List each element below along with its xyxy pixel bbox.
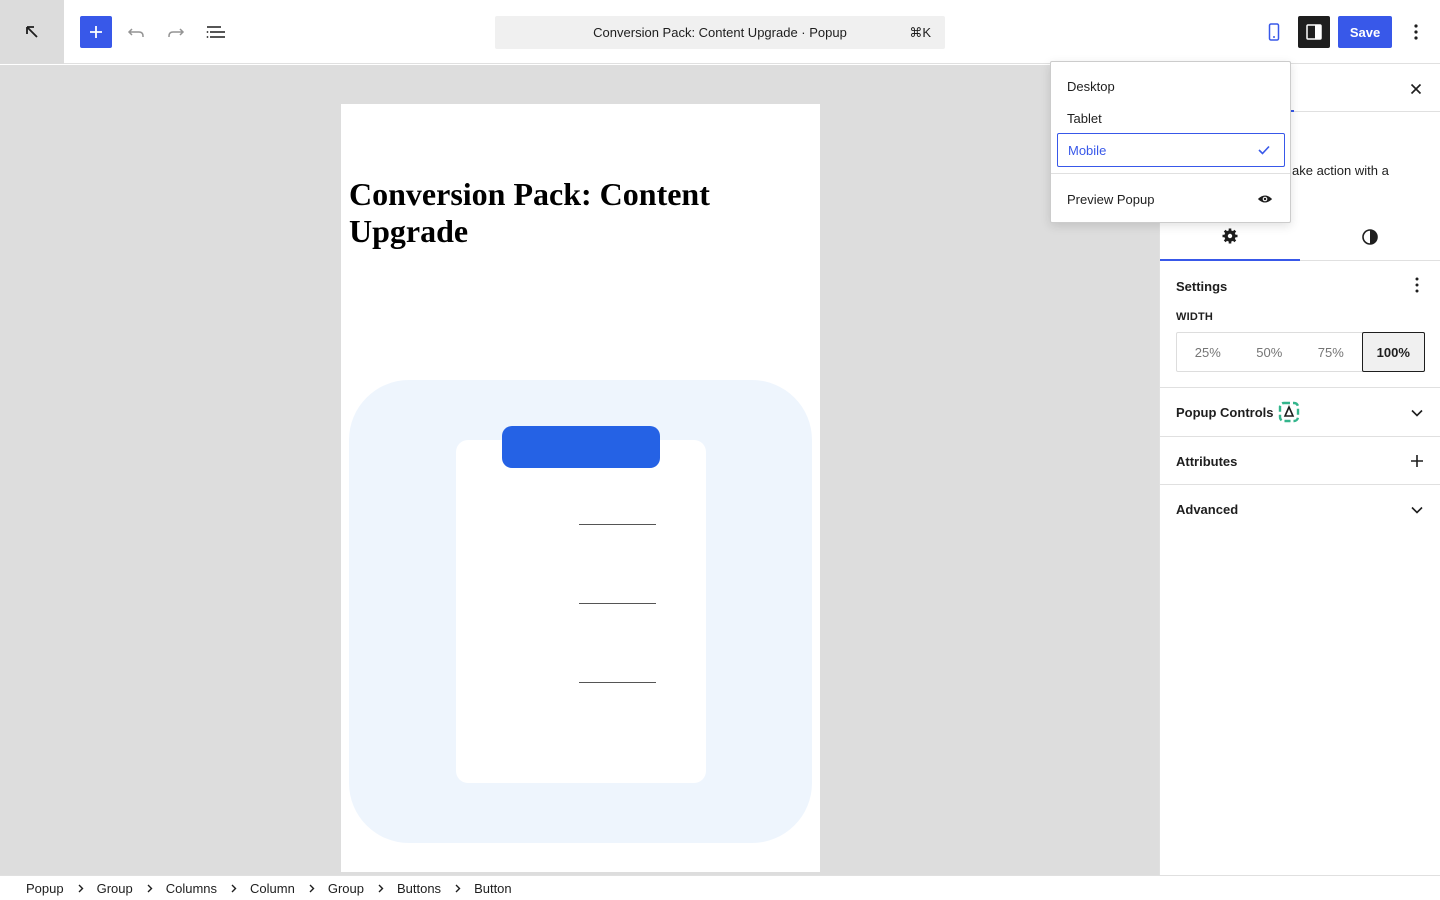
plugin-logo-icon (1278, 401, 1300, 423)
clipboard-line (579, 603, 656, 604)
breadcrumb-item[interactable]: Column (250, 881, 295, 896)
width-toggle-group: 25% 50% 75% 100% (1176, 332, 1425, 372)
block-breadcrumb: Popup Group Columns Column Group Buttons… (0, 875, 1440, 900)
chevron-right-icon (378, 884, 384, 893)
chevron-right-icon (309, 884, 315, 893)
device-preview-menu: Desktop Tablet Mobile Preview Popup (1050, 61, 1291, 223)
popup-controls-panel[interactable]: Popup Controls (1160, 388, 1440, 437)
popup-frame[interactable]: Conversion Pack: Content Upgrade (341, 104, 820, 872)
document-title: Conversion Pack: Content Upgrade · Popup (593, 25, 847, 40)
redo-icon (168, 28, 185, 37)
popup-heading[interactable]: Conversion Pack: Content Upgrade (349, 176, 809, 250)
menu-item-preview-popup[interactable]: Preview Popup (1057, 183, 1285, 215)
eye-icon (1257, 191, 1273, 207)
chevron-down-icon[interactable] (1405, 498, 1429, 522)
editor-header: Conversion Pack: Content Upgrade · Popup… (0, 0, 1440, 64)
document-overview-button[interactable] (200, 16, 232, 48)
more-vertical-icon (1415, 277, 1419, 293)
menu-item-label: Preview Popup (1067, 191, 1155, 207)
width-option-75[interactable]: 75% (1300, 333, 1362, 371)
command-palette-button[interactable]: Conversion Pack: Content Upgrade · Popup… (495, 16, 945, 49)
breadcrumb-item[interactable]: Group (328, 881, 364, 896)
mobile-icon (1268, 23, 1280, 41)
popup-controls-label: Popup Controls (1176, 405, 1274, 420)
breadcrumb-item[interactable]: Buttons (397, 881, 441, 896)
menu-separator (1051, 173, 1290, 174)
arrow-up-left-icon (26, 26, 38, 38)
menu-item-label: Desktop (1067, 78, 1115, 94)
close-icon (1410, 83, 1422, 95)
clipboard-clip-illustration (502, 426, 660, 468)
breadcrumb-item[interactable]: Popup (26, 881, 64, 896)
popup-controls-title: Popup Controls (1176, 405, 1274, 420)
plus-icon (90, 26, 102, 38)
undo-icon (127, 28, 144, 37)
width-option-100[interactable]: 100% (1361, 332, 1425, 372)
menu-item-tablet[interactable]: Tablet (1057, 102, 1285, 134)
attributes-title: Attributes (1176, 454, 1238, 469)
breadcrumb-item[interactable]: Button (474, 881, 512, 896)
clipboard-line (579, 524, 656, 525)
close-sidebar-button[interactable] (1400, 77, 1432, 101)
device-preview-button[interactable] (1258, 16, 1290, 48)
back-button[interactable] (0, 0, 64, 64)
width-option-50[interactable]: 50% (1239, 333, 1301, 371)
gear-icon (1222, 228, 1238, 244)
illustration-image[interactable] (349, 380, 812, 843)
check-icon (1256, 142, 1272, 158)
chevron-right-icon (78, 884, 84, 893)
advanced-title: Advanced (1176, 502, 1239, 517)
menu-item-label: Mobile (1068, 142, 1107, 158)
editor-canvas[interactable]: Conversion Pack: Content Upgrade (0, 65, 1159, 875)
advanced-panel[interactable]: Advanced (1160, 485, 1440, 534)
width-label: WIDTH (1176, 311, 1214, 323)
undo-button[interactable] (120, 16, 152, 48)
chevron-right-icon (455, 884, 461, 893)
settings-panel-toggle[interactable] (1298, 16, 1330, 48)
menu-item-mobile[interactable]: Mobile (1057, 133, 1285, 167)
plus-icon[interactable] (1405, 449, 1429, 473)
breadcrumb-item[interactable]: Columns (166, 881, 217, 896)
settings-options-button[interactable] (1405, 273, 1429, 297)
options-button[interactable] (1400, 16, 1432, 48)
tab-styles[interactable] (1300, 213, 1440, 261)
list-view-icon (206, 26, 225, 38)
clipboard-illustration (456, 440, 706, 783)
more-vertical-icon (1414, 24, 1418, 40)
command-shortcut: ⌘K (909, 25, 931, 40)
chevron-down-icon[interactable] (1405, 401, 1429, 425)
redo-button[interactable] (160, 16, 192, 48)
add-block-button[interactable] (80, 16, 112, 48)
breadcrumb-item[interactable]: Group (97, 881, 133, 896)
chevron-right-icon (147, 884, 153, 893)
attributes-panel[interactable]: Attributes (1160, 437, 1440, 485)
chevron-right-icon (231, 884, 237, 893)
menu-item-desktop[interactable]: Desktop (1057, 70, 1285, 102)
width-option-25[interactable]: 25% (1177, 333, 1239, 371)
clipboard-line (579, 682, 656, 683)
block-description-text: ake action with a (1292, 163, 1389, 178)
menu-item-label: Tablet (1067, 110, 1102, 126)
sidebar-icon (1306, 24, 1322, 40)
contrast-icon (1362, 229, 1378, 245)
settings-title: Settings (1176, 279, 1228, 294)
save-button[interactable]: Save (1338, 16, 1392, 48)
